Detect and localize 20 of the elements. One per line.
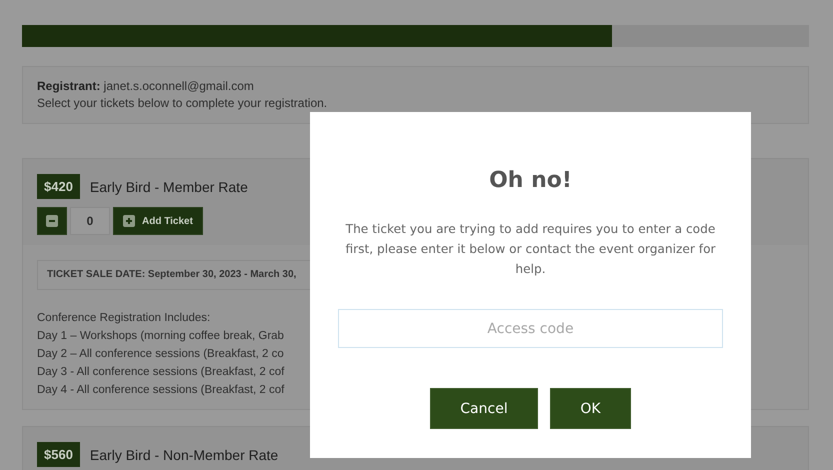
price-badge: $560 [37, 442, 80, 467]
plus-icon [123, 215, 135, 227]
quantity-field[interactable]: 0 [70, 207, 110, 235]
includes-line: Day 3 - All conference sessions (Breakfast, 2 cof [37, 365, 284, 380]
includes-line: Day 1 – Workshops (morning coffee break, Grab [37, 329, 284, 344]
includes-line: Day 2 – All conference sessions (Breakfast, 2 co [37, 347, 284, 362]
ticket-name: Early Bird - Member Rate [90, 178, 248, 194]
dialog-title: Oh no! [489, 168, 572, 193]
cancel-button[interactable]: Cancel [430, 388, 538, 429]
registrant-text: Registrant: janet.s.oconnell@gmail.com [37, 78, 255, 95]
decrease-button[interactable] [37, 207, 67, 235]
ticket-name: Early Bird - Non-Member Rate [90, 446, 278, 462]
instruction-text: Select your tickets below to complete your registration. [37, 95, 328, 112]
minus-icon [46, 215, 58, 227]
includes-line: Day 4 - All conference sessions (Breakfast, 2 cof [37, 383, 284, 398]
price-badge: $420 [37, 174, 80, 199]
includes-line: Conference Registration Includes: [37, 311, 210, 326]
ok-button[interactable]: OK [550, 388, 631, 429]
access-code-field[interactable]: Access code [338, 309, 723, 348]
add-ticket-button[interactable]: Add Ticket [113, 207, 203, 235]
